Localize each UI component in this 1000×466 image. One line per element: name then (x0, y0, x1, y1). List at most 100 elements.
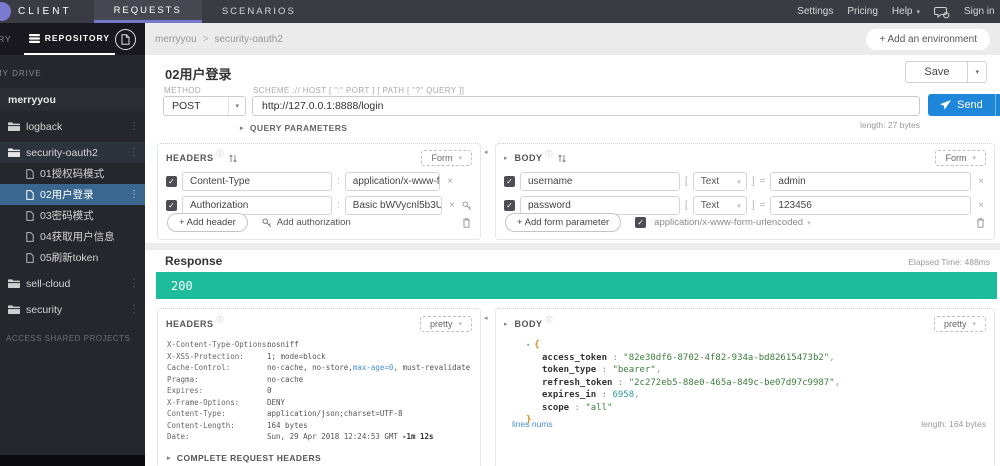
header-name-input[interactable]: Content-Type (182, 172, 332, 191)
response-headers-view-dropdown[interactable]: pretty ▾ (419, 316, 472, 332)
send-button[interactable]: Send (928, 94, 995, 116)
chat-icon[interactable] (934, 5, 950, 19)
kebab-menu-icon[interactable]: ⋮ (129, 147, 139, 158)
sign-in-link[interactable]: Sign in (964, 6, 1000, 17)
info-icon[interactable]: ⓘ (546, 149, 553, 159)
url-input[interactable]: http://127.0.0.1:8888/login (252, 96, 920, 116)
save-button[interactable]: Save (905, 61, 969, 83)
help-menu-item[interactable]: Help ▾ (892, 6, 920, 17)
request-icon (26, 189, 34, 200)
complete-request-headers-toggle[interactable]: ▸ COMPLETE REQUEST HEADERS (167, 453, 321, 463)
collapse-response-headers-arrow[interactable]: ◂ (484, 314, 488, 322)
sidebar-item-logback[interactable]: logback ⋮ (0, 116, 145, 137)
folder-icon (8, 279, 20, 288)
response-header-row: Content-Type: application/json;charset=U… (167, 409, 403, 419)
document-icon (121, 33, 130, 45)
method-value: POST (172, 100, 201, 112)
response-header-row: Date: Sun, 29 Apr 2018 12:24:53 GMT -1m … (167, 432, 434, 442)
sidebar-item-sell-cloud[interactable]: sell-cloud ⋮ (0, 273, 145, 294)
folder-icon (8, 122, 20, 131)
bracket-close: ] (751, 176, 755, 187)
delete-body-button[interactable] (976, 217, 985, 228)
response-body-title: BODY (514, 319, 543, 329)
kebab-menu-icon[interactable]: ⋮ (129, 189, 139, 200)
add-form-parameter-button[interactable]: + Add form parameter (505, 213, 622, 232)
param-enabled-checkbox[interactable]: ✓ (504, 200, 515, 211)
breadcrumb-project[interactable]: merryyou (155, 34, 197, 45)
collapse-headers-panel-arrow[interactable]: ◂ (484, 148, 488, 156)
header-value-input[interactable]: application/x-www-form-urlencoded (344, 172, 441, 191)
add-authorization-link[interactable]: Add authorization (262, 217, 351, 228)
top-bar: CLIENT REQUESTS SCENARIOS Settings Prici… (0, 0, 1000, 23)
collapse-body-panel-arrow[interactable]: ▸ (504, 154, 508, 162)
add-environment-button[interactable]: + Add an environment (866, 28, 990, 50)
lines-nums-link[interactable]: lines nums (512, 419, 553, 429)
json-collapse-arrow[interactable]: ▾ (526, 341, 530, 349)
response-body-panel: ▸ BODY ⓘ pretty ▾ ▾{ access_token : "82e… (495, 308, 995, 466)
chevron-down-icon: ▾ (972, 155, 976, 162)
equals-separator: = (759, 200, 766, 211)
param-value-input[interactable]: admin (770, 172, 972, 191)
param-name-input[interactable]: username (520, 172, 680, 191)
remove-param-button[interactable]: × (976, 176, 986, 187)
param-type-select[interactable]: Text ▾ (692, 172, 747, 191)
drive-section-label: MY DRIVE (0, 69, 42, 78)
sidebar-item-02-selected[interactable]: 02用户登录 ⋮ (0, 184, 145, 205)
colon-separator: : (337, 176, 340, 187)
collapse-response-body-arrow[interactable]: ▸ (504, 320, 508, 328)
headers-form-mode-dropdown[interactable]: Form ▾ (421, 150, 472, 166)
tab-scenarios[interactable]: SCENARIOS (202, 0, 316, 23)
delete-headers-button[interactable] (462, 217, 471, 228)
kebab-menu-icon[interactable]: ⋮ (129, 278, 139, 289)
remove-param-button[interactable]: × (976, 200, 986, 211)
tab-requests[interactable]: REQUESTS (93, 0, 202, 23)
response-header-row: Content-Length: 164 bytes (167, 420, 308, 430)
new-request-button[interactable] (115, 28, 136, 50)
json-line: token_type : "bearer", (542, 365, 662, 375)
sidebar-item-05[interactable]: 05刷新token (0, 247, 145, 268)
remove-header-button[interactable]: × (447, 200, 457, 211)
response-header-row: Expires: 0 (167, 386, 272, 396)
sidebar-item-security-oauth2[interactable]: security-oauth2 ⋮ (0, 142, 145, 163)
pricing-menu-item[interactable]: Pricing (847, 6, 878, 17)
sidebar-item-04[interactable]: 04获取用户信息 (0, 226, 145, 247)
remove-header-button[interactable]: × (445, 176, 455, 187)
param-enabled-checkbox[interactable]: ✓ (504, 176, 515, 187)
kebab-menu-icon[interactable]: ⋮ (129, 304, 139, 315)
chevron-down-icon: ▾ (228, 97, 245, 115)
tab-repository[interactable]: REPOSITORY (23, 23, 115, 55)
sidebar-item-merryyou[interactable]: merryyou (0, 88, 145, 111)
response-header-row: Pragma: no-cache (167, 374, 304, 384)
bracket-close: ] (751, 200, 755, 211)
sort-icon[interactable] (228, 154, 237, 163)
info-icon[interactable]: ⓘ (546, 315, 553, 325)
breadcrumb-folder[interactable]: security-oauth2 (215, 34, 283, 45)
save-options-caret[interactable]: ▾ (968, 61, 987, 83)
add-header-button[interactable]: + Add header (167, 213, 248, 232)
sort-icon[interactable] (557, 154, 566, 163)
key-icon[interactable] (462, 201, 472, 211)
header-enabled-checkbox[interactable]: ✓ (166, 176, 177, 187)
settings-menu-item[interactable]: Settings (797, 6, 833, 17)
chevron-down-icon: ▾ (807, 219, 811, 227)
header-enabled-checkbox[interactable]: ✓ (166, 200, 177, 211)
content-type-checkbox[interactable]: ✓ (635, 217, 647, 228)
query-parameters-toggle[interactable]: ▸ QUERY PARAMETERS (240, 123, 347, 133)
method-select[interactable]: POST ▾ (163, 96, 246, 116)
access-shared-projects-link[interactable]: ACCESS SHARED PROJECTS (0, 334, 145, 343)
info-icon[interactable]: ⓘ (217, 315, 224, 325)
send-options-caret[interactable]: ▾ (994, 94, 1000, 116)
sidebar-item-03[interactable]: 03密码模式 (0, 205, 145, 226)
chevron-right-icon: ▸ (240, 125, 244, 132)
kebab-menu-icon[interactable]: ⋮ (129, 121, 139, 132)
max-age-link[interactable]: max-age=0 (353, 363, 394, 372)
sidebar-item-security[interactable]: security ⋮ (0, 299, 145, 320)
body-form-mode-dropdown[interactable]: Form ▾ (935, 150, 986, 166)
response-body-view-dropdown[interactable]: pretty ▾ (933, 316, 986, 332)
content-type-dropdown[interactable]: application/x-www-form-urlencoded ▾ (654, 217, 810, 228)
info-icon[interactable]: ⓘ (217, 149, 224, 159)
tab-history[interactable]: HISTORY (0, 34, 12, 44)
app-window: CLIENT REQUESTS SCENARIOS Settings Prici… (0, 0, 1000, 466)
response-headers-title: HEADERS (166, 319, 214, 329)
sidebar-item-01[interactable]: 01授权码模式 (0, 163, 145, 184)
